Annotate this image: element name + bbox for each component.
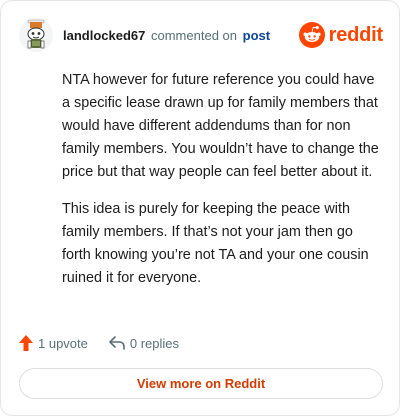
upvote-label: 1 upvote — [38, 335, 88, 351]
snoo-avatar-icon — [19, 18, 53, 52]
comment-header: landlocked67 commented on post reddit — [18, 15, 383, 55]
action-text: commented on — [151, 27, 237, 43]
comment-paragraph: This idea is purely for keeping the peac… — [62, 201, 369, 286]
comment-meta: landlocked67 commented on post — [63, 28, 270, 43]
avatar[interactable] — [18, 17, 54, 53]
reply-arrow-icon — [109, 336, 125, 350]
view-more-button[interactable]: View more on Reddit — [19, 368, 383, 399]
embedded-comment-card: landlocked67 commented on post reddit NT… — [0, 0, 400, 416]
reddit-logo-icon — [298, 22, 325, 48]
reddit-wordmark: reddit — [328, 23, 384, 46]
comment-body: NTA however for future reference you cou… — [62, 69, 381, 304]
post-link[interactable]: post — [243, 28, 270, 43]
comment-paragraph: NTA however for future reference you cou… — [62, 72, 379, 180]
reply-count[interactable]: 0 replies — [108, 335, 179, 351]
comment-footer: 1 upvote 0 replies — [18, 332, 199, 354]
upvote-count[interactable]: 1 upvote — [18, 334, 88, 352]
username-link[interactable]: landlocked67 — [63, 28, 145, 43]
reply-label: 0 replies — [129, 335, 180, 351]
upvote-arrow-icon — [19, 335, 33, 351]
reddit-brand-link[interactable]: reddit — [298, 22, 384, 48]
